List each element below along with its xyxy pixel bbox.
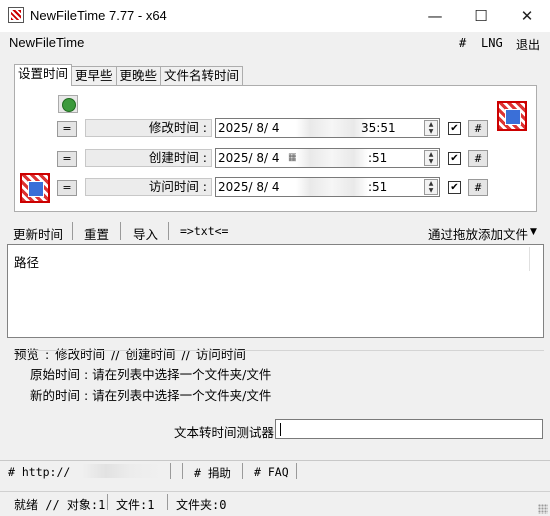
menu-language[interactable]: LNG <box>481 36 503 50</box>
modified-eq-button[interactable]: = <box>57 121 77 137</box>
drag-drop-add-button[interactable]: 通过拖放添加文件 <box>428 224 528 243</box>
new-time-line: 新的时间 : 请在列表中选择一个文件夹/文件 <box>30 385 271 404</box>
accessed-datetime-picker[interactable]: 2025/ 8/ 4 :51 ▲ ▼ <box>215 177 440 197</box>
resize-grip[interactable] <box>538 504 548 514</box>
app-logo-icon-right <box>497 101 527 131</box>
text-to-time-tester-label: 文本转时间测试器 <box>174 425 275 440</box>
tab-earlier[interactable]: 更早些 <box>71 66 117 86</box>
status-folders: 文件夹:0 <box>176 498 227 512</box>
modified-time-label: 修改时间 : <box>85 119 212 137</box>
export-txt-button[interactable]: =>txt<= <box>180 224 228 238</box>
modified-date: 2025/ 8/ 4 <box>218 121 280 135</box>
homepage-link[interactable]: # http:// <box>8 465 70 479</box>
status-divider <box>167 494 168 510</box>
redacted-area <box>296 119 368 137</box>
created-date: 2025/ 8/ 4 <box>218 151 280 165</box>
status-divider <box>107 494 108 510</box>
modified-datetime-picker[interactable]: 2025/ 8/ 4 35:51 ▲ ▼ <box>215 118 440 138</box>
new-time-value: 请在列表中选择一个文件夹/文件 <box>92 388 272 403</box>
text-to-time-tester-input[interactable] <box>275 419 543 439</box>
column-divider[interactable] <box>529 247 530 271</box>
menu-exit[interactable]: 退出 <box>516 36 540 53</box>
accessed-hash-button[interactable]: # <box>468 179 488 196</box>
redacted-area <box>296 178 368 196</box>
chevron-down-icon[interactable]: ▼ <box>530 227 537 237</box>
created-time-label: 创建时间 : <box>85 149 212 167</box>
accessed-spinner[interactable]: ▲ ▼ <box>424 179 438 195</box>
accessed-eq-button[interactable]: = <box>57 180 77 196</box>
menu-hash[interactable]: # <box>459 36 466 50</box>
reset-button[interactable]: 重置 <box>84 224 109 243</box>
original-time-value: 请在列表中选择一个文件夹/文件 <box>92 367 272 382</box>
linkbar-divider <box>182 463 183 479</box>
created-spinner[interactable]: ▲ ▼ <box>424 150 438 166</box>
new-time-label: 新的时间 : <box>30 388 89 403</box>
modified-hash-button[interactable]: # <box>468 120 488 137</box>
linkbar-divider <box>170 463 171 479</box>
status-files: 文件:1 <box>116 498 155 512</box>
created-time: :51 <box>368 151 388 165</box>
tab-set-time[interactable]: 设置时间 <box>14 64 73 86</box>
update-time-button[interactable]: 更新时间 <box>13 224 63 243</box>
toolbar-divider <box>168 222 169 240</box>
original-time-line: 原始时间 : 请在列表中选择一个文件夹/文件 <box>30 364 271 383</box>
app-logo-icon-left <box>20 173 50 203</box>
text-caret <box>280 423 281 436</box>
faq-link[interactable]: # FAQ <box>254 465 289 479</box>
modified-checkbox[interactable]: ✔ <box>448 122 461 135</box>
redacted-url <box>82 464 162 478</box>
created-eq-button[interactable]: = <box>57 151 77 167</box>
maximize-button[interactable]: ☐ <box>458 0 504 32</box>
toolbar-divider <box>72 222 73 240</box>
status-ready: 就绪 // 对象:1 <box>14 498 106 512</box>
app-name-label: NewFileTime <box>9 35 85 50</box>
accessed-time-label: 访问时间 : <box>85 178 212 196</box>
accessed-time: :51 <box>368 180 388 194</box>
path-column-header[interactable]: 路径 <box>14 252 39 271</box>
linkbar-divider <box>296 463 297 479</box>
modified-time: 35:51 <box>361 121 396 135</box>
clock-refresh-icon[interactable] <box>58 95 78 113</box>
created-datetime-picker[interactable]: 2025/ 8/ 4 ▦ :51 ▲ ▼ <box>215 148 440 168</box>
tab-later[interactable]: 更晚些 <box>115 66 162 86</box>
original-time-label: 原始时间 : <box>30 367 89 382</box>
redacted-area <box>296 149 368 167</box>
import-button[interactable]: 导入 <box>133 224 158 243</box>
created-checkbox[interactable]: ✔ <box>448 152 461 165</box>
donate-link[interactable]: # 捐助 <box>194 465 231 481</box>
created-hash-button[interactable]: # <box>468 150 488 167</box>
tab-filename-to-time[interactable]: 文件名转时间 <box>160 66 244 86</box>
tab-strip: 设置时间 更早些 更晚些 文件名转时间 <box>14 64 244 86</box>
file-list[interactable]: 路径 <box>7 244 544 338</box>
modified-spinner[interactable]: ▲ ▼ <box>424 120 438 136</box>
close-button[interactable]: ✕ <box>504 0 550 32</box>
linkbar-divider <box>242 463 243 479</box>
accessed-date: 2025/ 8/ 4 <box>218 180 280 194</box>
accessed-checkbox[interactable]: ✔ <box>448 181 461 194</box>
minimize-button[interactable]: — <box>412 0 458 32</box>
toolbar-divider <box>120 222 121 240</box>
app-icon <box>8 7 24 23</box>
window-title: NewFileTime 7.77 - x64 <box>30 8 167 23</box>
